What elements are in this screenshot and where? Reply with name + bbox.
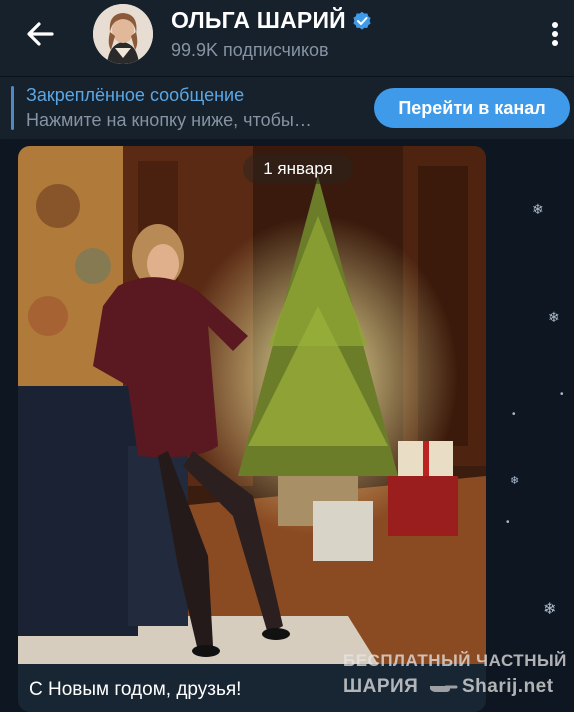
channel-name: ОЛЬГА ШАРИЙ xyxy=(171,7,346,33)
pinned-title: Закреплённое сообщение xyxy=(26,85,245,105)
snowflake-icon: ❄ xyxy=(543,601,557,618)
message-bubble[interactable]: 1 января С Новым годом, друзья! xyxy=(18,146,486,712)
snowflake-icon: ❄ xyxy=(510,475,520,487)
verified-badge-icon xyxy=(353,11,371,30)
snowflake-icon: • xyxy=(512,409,516,420)
snowflake-icon: • xyxy=(560,389,564,400)
channel-avatar[interactable] xyxy=(93,4,153,64)
avatar-image xyxy=(93,4,153,64)
pointing-hand-icon xyxy=(430,685,458,692)
channel-header: ОЛЬГА ШАРИЙ 99.9K подписчиков xyxy=(0,0,574,76)
watermark-line-1: БЕСПЛАТНЫЙ ЧАСТНЫЙ xyxy=(343,651,567,670)
snowflake-icon: ❄ xyxy=(532,201,544,217)
date-badge: 1 января xyxy=(243,154,353,184)
snowflake-icon: ❄ xyxy=(548,309,560,325)
message-photo[interactable] xyxy=(18,146,486,664)
pinned-message-bar[interactable]: Закреплённое сообщение Нажмите на кнопку… xyxy=(0,76,574,139)
pinned-preview-text: Нажмите на кнопку ниже, чтобы… xyxy=(26,110,312,130)
channel-title-row[interactable]: ОЛЬГА ШАРИЙ xyxy=(171,7,372,34)
watermark-line-3: Sharij.net xyxy=(462,676,554,697)
arrow-left-icon[interactable] xyxy=(22,18,58,50)
subscriber-count: 99.9K подписчиков xyxy=(171,40,329,60)
pinned-indicator xyxy=(11,86,14,130)
go-to-channel-button[interactable]: Перейти в канал xyxy=(374,88,570,128)
watermark-line-2: ШАРИЯ xyxy=(343,676,419,697)
message-caption: С Новым годом, друзья! xyxy=(29,679,242,700)
vertical-dots-icon[interactable] xyxy=(548,18,562,50)
snowflake-icon: • xyxy=(506,517,510,528)
